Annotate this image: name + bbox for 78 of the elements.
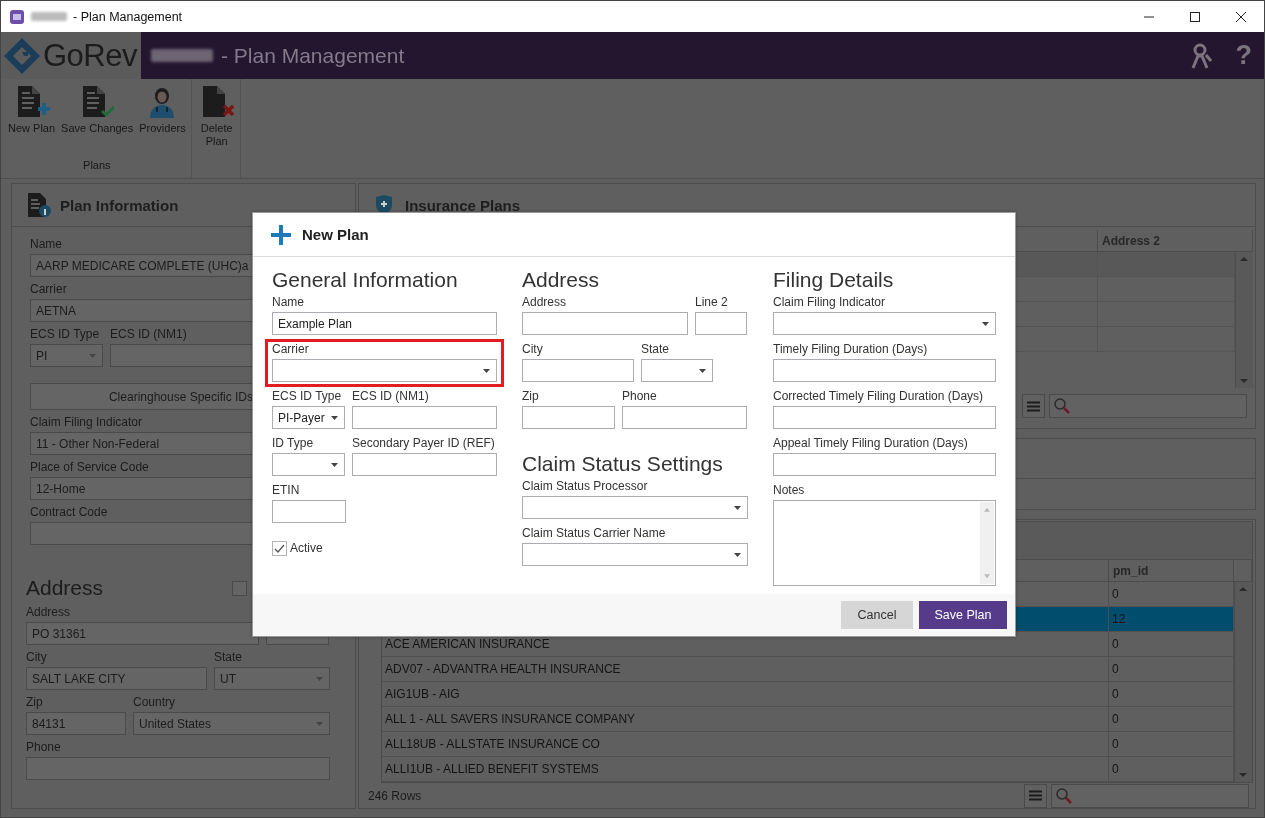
app-title: - Plan Management xyxy=(221,43,405,68)
table-row[interactable]: ALLI1UB - ALLIED BENEFIT SYSTEMS 0 xyxy=(382,757,1234,782)
field-label: Zip xyxy=(522,389,539,404)
table-cell: 0 xyxy=(1112,662,1119,676)
table-cell: 12 xyxy=(1112,612,1126,626)
field-label: Corrected Timely Filing Duration (Days) xyxy=(773,389,984,404)
field-label: Claim Filing Indicator xyxy=(773,295,886,310)
field-label: State xyxy=(641,342,670,357)
field-label: City xyxy=(522,342,543,357)
text-field[interactable]: 84131 xyxy=(26,712,126,735)
field-label: ECS ID (NM1) xyxy=(352,389,429,404)
dropdown-field[interactable]: United States xyxy=(133,712,330,735)
table-cell: AIG1UB - AIG xyxy=(385,687,460,701)
checkbox-label: Active xyxy=(290,541,323,556)
panel-title: Plan Information xyxy=(60,196,179,214)
dropdown-field[interactable]: UT xyxy=(214,667,330,690)
field-label: Zip xyxy=(26,695,43,710)
field-label: Claim Status Processor xyxy=(522,479,648,494)
field-label: Claim Filing Indicator xyxy=(30,415,143,430)
toolbar-button[interactable]: Delete Plan xyxy=(197,85,236,148)
text-field[interactable]: PO 31361 xyxy=(26,622,259,645)
table-row[interactable]: ALL 1 - ALL SAVERS INSURANCE COMPANY 0 xyxy=(382,707,1234,732)
table-row[interactable]: AIG1UB - AIG 0 xyxy=(382,682,1234,707)
help-icon[interactable]: ? xyxy=(1235,40,1252,71)
field-label: Secondary Payer ID (REF) xyxy=(352,436,495,451)
text-field[interactable]: SALT LAKE CITY xyxy=(26,667,207,690)
dropdown-field[interactable]: PI xyxy=(30,344,103,367)
section-heading: Address xyxy=(26,576,104,600)
field-label: Carrier xyxy=(30,282,67,297)
table-row[interactable]: ALL18UB - ALLSTATE INSURANCE CO 0 xyxy=(382,732,1234,757)
field-label: ETIN xyxy=(272,483,300,498)
table-cell: ALL 1 - ALL SAVERS INSURANCE COMPANY xyxy=(385,712,636,726)
table-cell: ALL18UB - ALLSTATE INSURANCE CO xyxy=(385,737,600,751)
text-field[interactable]: Example Plan xyxy=(272,312,497,335)
toolbar-button[interactable]: Providers xyxy=(138,85,187,135)
dialog-title: New Plan xyxy=(302,226,369,243)
field-label: Notes xyxy=(773,483,805,498)
window-title: - Plan Management xyxy=(73,9,183,24)
table-cell: 0 xyxy=(1112,762,1119,776)
field-label: Appeal Timely Filing Duration (Days) xyxy=(773,436,968,451)
field-label: Country xyxy=(133,695,176,710)
table-cell: ACE AMERICAN INSURANCE xyxy=(385,637,550,651)
table-cell: 0 xyxy=(1112,687,1119,701)
save-plan-button[interactable]: Save Plan xyxy=(919,601,1007,629)
toolbar-button[interactable]: Save Changes xyxy=(60,85,135,135)
field-label: Name xyxy=(30,237,62,252)
dropdown-field[interactable]: PI-Payer xyxy=(272,406,345,429)
field-label: ECS ID Type xyxy=(30,327,100,342)
field-label: Contract Code xyxy=(30,505,108,520)
field-label: State xyxy=(214,650,243,665)
field-label: Address xyxy=(26,605,71,620)
cancel-button[interactable]: Cancel xyxy=(841,601,913,629)
field-label: Place of Service Code xyxy=(30,460,149,475)
section-heading: Filing Details xyxy=(773,268,895,292)
table-cell: 0 xyxy=(1112,587,1119,601)
field-label: Phone xyxy=(622,389,657,404)
field-label: Line 2 xyxy=(695,295,728,310)
table-cell: 0 xyxy=(1112,712,1119,726)
field-label: City xyxy=(26,650,47,665)
table-row[interactable]: ADV07 - ADVANTRA HEALTH INSURANCE 0 xyxy=(382,657,1234,682)
field-label: Claim Status Carrier Name xyxy=(522,526,666,541)
field-label: Phone xyxy=(26,740,61,755)
field-label: ID Type xyxy=(272,436,314,451)
table-cell: 0 xyxy=(1112,637,1119,651)
field-label: Carrier xyxy=(272,342,309,357)
toolbar-button[interactable]: New Plan xyxy=(7,85,57,135)
logo-text: GoRev xyxy=(43,37,137,74)
panel-title: Insurance Plans xyxy=(405,196,521,214)
field-label: Timely Filing Duration (Days) xyxy=(773,342,928,357)
row-count: 246 Rows xyxy=(368,788,422,803)
table-cell: 0 xyxy=(1112,737,1119,751)
field-label: ECS ID (NM1) xyxy=(110,327,187,342)
section-heading: Claim Status Settings xyxy=(522,452,724,476)
table-cell: ADV07 - ADVANTRA HEALTH INSURANCE xyxy=(385,662,621,676)
section-heading: Address xyxy=(522,268,601,292)
table-cell: ALLI1UB - ALLIED BENEFIT SYSTEMS xyxy=(385,762,599,776)
group-label: Plans xyxy=(83,159,111,173)
field-label: Address xyxy=(522,295,567,310)
